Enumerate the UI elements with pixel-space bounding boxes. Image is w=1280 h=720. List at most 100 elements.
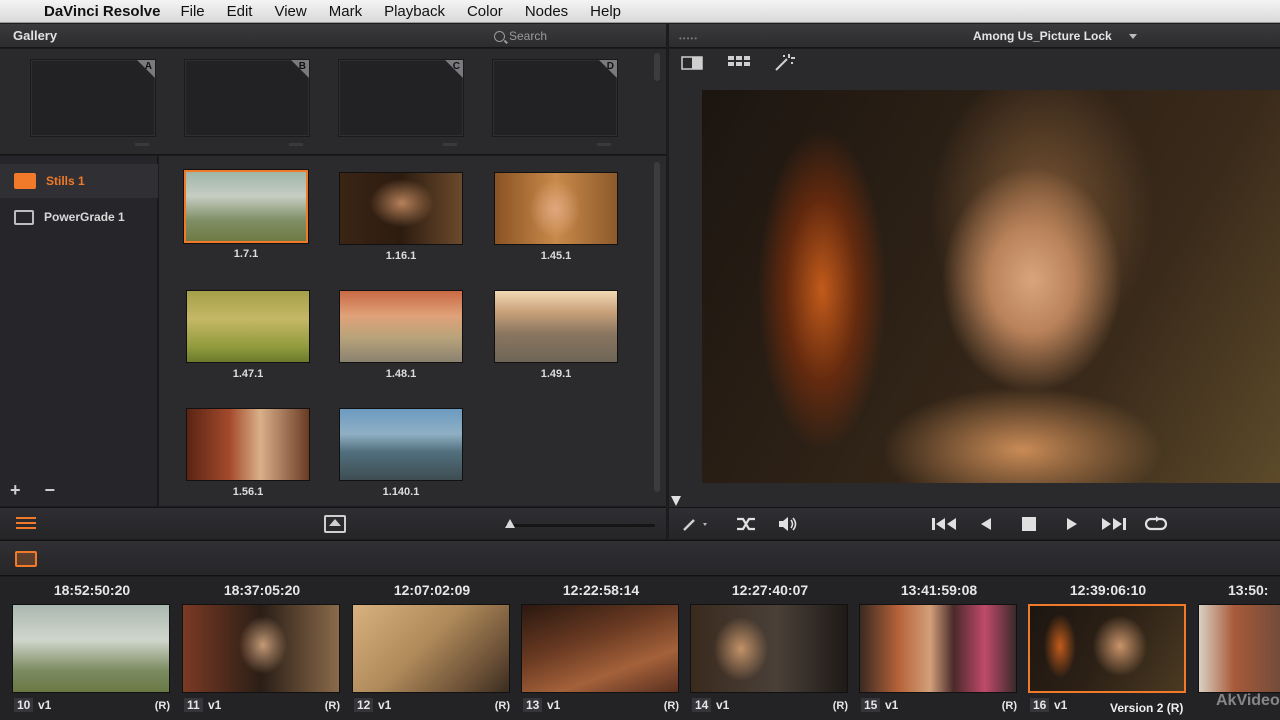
split-screen-icon[interactable] [681,55,703,74]
album-powergrade-1[interactable]: PowerGrade 1 [0,200,158,234]
timeline-clip[interactable]: 12:27:40:07 14 v1 (R) [690,577,850,720]
still-label: 1.49.1 [540,368,572,380]
thumbnail-zoom-slider[interactable] [505,519,655,528]
still-label: 1.45.1 [540,250,572,262]
still-thumbnail [184,170,308,243]
still-item[interactable]: 1.45.1 [494,172,618,262]
memory-slot-d[interactable]: D [492,59,618,146]
gallery-search[interactable]: Search [494,29,547,43]
add-album-button[interactable]: + [10,480,21,501]
search-placeholder: Search [509,29,548,43]
magic-wand-icon[interactable] [773,53,795,76]
clip-timecode: 18:37:05:20 [223,582,301,598]
menu-view[interactable]: View [274,3,306,20]
timeline-clip[interactable]: 18:37:05:20 11 v1 (R) [182,577,342,720]
menu-file[interactable]: File [180,3,204,20]
drag-grip-icon[interactable]: ••••• [679,34,698,43]
go-to-first-frame-icon[interactable] [931,515,959,538]
gallery-header: Gallery Search [0,24,666,48]
slider-knob[interactable] [505,519,515,528]
memory-letter: D [606,61,614,72]
menu-nodes[interactable]: Nodes [525,3,568,20]
clip-number: 16 [1030,698,1050,712]
still-thumbnail [494,172,618,245]
clip-timecode: 13:50: [1228,582,1269,598]
clip-number: 10 [14,698,34,712]
clip-timecode: 13:41:59:08 [900,582,978,598]
still-item[interactable]: 1.48.1 [339,290,463,380]
still-item[interactable]: 1.47.1 [186,290,310,380]
timeline-clip[interactable]: 18:52:50:20 10 v1 (R) [12,577,172,720]
still-item[interactable]: 1.140.1 [339,408,463,498]
powergrade-album-icon [14,209,34,225]
play-icon[interactable] [1063,515,1081,538]
still-label: 1.7.1 [233,248,259,260]
search-icon [494,30,505,42]
menu-mark[interactable]: Mark [329,3,362,20]
still-item[interactable]: 1.56.1 [186,408,310,498]
clip-timecode: 18:52:50:20 [53,582,131,598]
clip-thumbnail [1198,604,1280,693]
gallery-title: Gallery [13,28,58,43]
clip-track: v1 [885,698,899,712]
menu-edit[interactable]: Edit [227,3,253,20]
album-label: PowerGrade 1 [44,210,125,224]
clips-view-icon[interactable] [15,551,37,567]
chevron-down-icon[interactable] [1129,34,1137,39]
still-thumbnail [339,290,463,363]
timeline-header [0,540,1280,576]
menu-help[interactable]: Help [590,3,621,20]
memory-slot-a[interactable]: A [30,59,156,146]
stills-scrollbar[interactable] [654,162,660,492]
memory-letter: A [144,61,152,72]
clip-thumbnail [690,604,848,693]
stop-icon[interactable] [1021,516,1037,537]
clip-thumbnail [352,604,510,693]
play-reverse-icon[interactable] [977,515,995,538]
album-footer: + − [10,480,55,501]
still-label: 1.56.1 [232,486,264,498]
clip-track: v1 [1054,698,1068,712]
menu-playback[interactable]: Playback [384,3,445,20]
version-label: Version 2 (R) [1110,701,1184,715]
still-item[interactable]: 1.7.1 [184,170,308,260]
memory-letter: B [298,61,306,72]
timeline-clip[interactable]: 12:39:06:10 16 v1 [1028,577,1188,720]
go-to-last-frame-icon[interactable] [1099,515,1127,538]
clip-flag: (R) [1001,700,1017,712]
clip-flag: (R) [494,700,510,712]
speaker-icon[interactable] [777,515,799,538]
color-picker-icon[interactable] [681,515,711,538]
loop-icon[interactable] [1143,515,1169,538]
shuffle-icon[interactable] [735,515,757,538]
memories-scrollbar[interactable] [654,53,660,81]
grid-view-icon[interactable] [727,55,751,74]
memory-tab [289,143,303,146]
viewer-frame[interactable] [702,90,1280,483]
still-item[interactable]: 1.49.1 [494,290,618,380]
app-name-menu[interactable]: DaVinci Resolve [44,3,160,20]
still-thumbnail [186,290,310,363]
remove-album-button[interactable]: − [45,480,56,501]
still-label: 1.47.1 [232,368,264,380]
export-icon[interactable] [324,515,346,533]
menu-color[interactable]: Color [467,3,503,20]
timeline-selector[interactable]: Among Us_Picture Lock [973,29,1112,43]
list-view-icon[interactable] [16,517,36,531]
viewer-toolbar [669,49,1280,77]
timeline-clip[interactable]: 12:07:02:09 12 v1 (R) [352,577,512,720]
clip-flag: (R) [832,700,848,712]
timeline-clip[interactable]: 13:41:59:08 15 v1 (R) [859,577,1019,720]
timeline-clip[interactable]: 12:22:58:14 13 v1 (R) [521,577,681,720]
clip-thumbnail [182,604,340,693]
playhead-marker[interactable] [671,496,681,506]
gallery-footer [0,507,666,539]
clip-number: 15 [861,698,881,712]
memory-slot-b[interactable]: B [184,59,310,146]
album-list: Stills 1 PowerGrade 1 [0,156,158,506]
still-item[interactable]: 1.16.1 [339,172,463,262]
album-stills-1[interactable]: Stills 1 [0,164,158,198]
memory-slot-c[interactable]: C [338,59,464,146]
stills-grid: 1.7.1 1.16.1 1.45.1 1.47.1 1.48.1 1.49.1… [159,156,666,506]
clip-number: 11 [184,698,203,712]
